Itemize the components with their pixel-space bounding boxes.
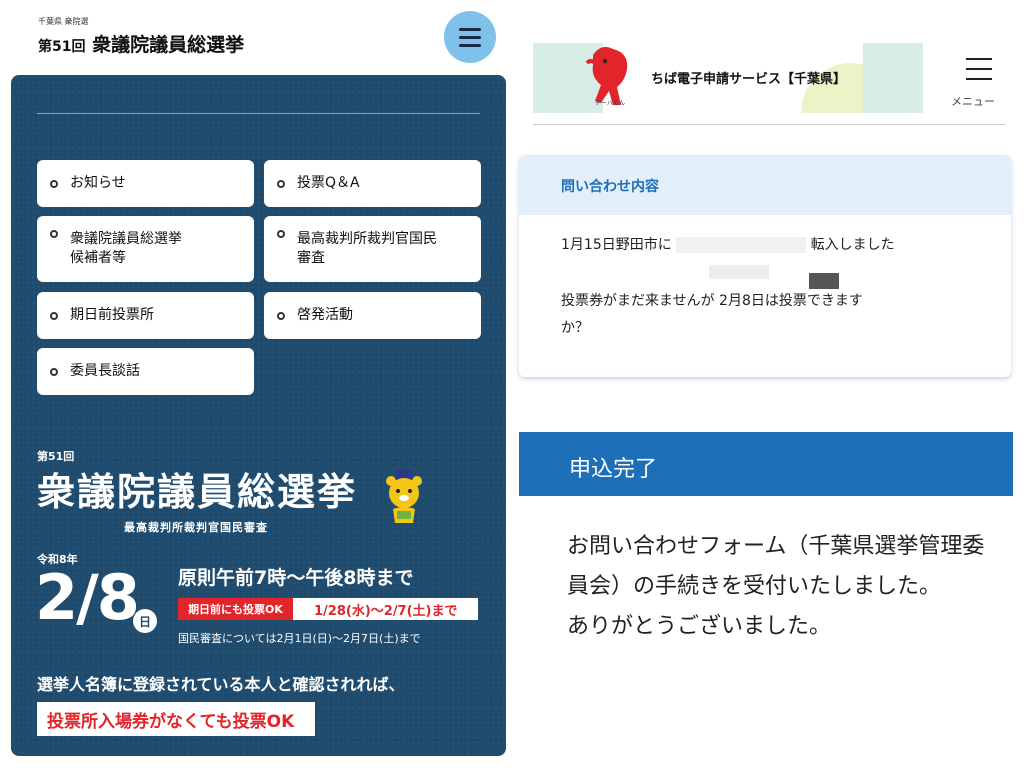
nav-label: お知らせ — [70, 175, 126, 191]
nav-label: 衆議院議員総選挙 候補者等 — [70, 231, 182, 266]
bullet-circle-icon — [277, 311, 285, 320]
inquiry-text: 2月8日は投票できます — [719, 293, 863, 309]
menu-label[interactable]: メニュー — [951, 93, 995, 109]
site-title[interactable]: 第51回 衆議院議員総選挙 — [38, 30, 244, 57]
early-voting-label: 期日前にも投票OK — [178, 598, 293, 620]
site-title-number: 第51回 — [38, 39, 86, 55]
completion-bar: 申込完了 — [519, 432, 1013, 496]
redacted-area — [709, 265, 769, 279]
mascot-illustration — [386, 469, 422, 523]
early-voting-dates: 1/28(水)～2/7(土)まで — [314, 603, 458, 619]
inquiry-text: 1月15日野田市に — [561, 237, 672, 253]
inquiry-card-header: 問い合わせ内容 — [519, 155, 1011, 215]
divider — [37, 113, 480, 114]
nav-early-voting[interactable]: 期日前投票所 — [37, 292, 254, 339]
inquiry-text-line: 投票券がまだ来ませんが 2月8日は投票できます — [561, 290, 863, 310]
hero-title: 衆議院議員総選挙 — [37, 470, 358, 514]
day-of-week-badge: 日 — [133, 609, 157, 633]
inquiry-text: 投票券がまだ来ませんが — [561, 293, 715, 309]
bullet-circle-icon — [50, 311, 58, 320]
completion-message: お問い合わせフォーム（千葉県選挙管理委員会）の手続きを受付いたしました。 ありが… — [567, 534, 985, 639]
inquiry-text: か？ — [561, 320, 589, 336]
banner-decoration — [863, 43, 923, 113]
nav-label: 最高裁判所裁判官国民 審査 — [297, 231, 437, 266]
redacted-area — [809, 273, 839, 289]
inquiry-text-line: 1月15日野田市に 転入しました — [561, 234, 895, 254]
bullet-circle-icon — [277, 230, 285, 238]
early-voting-strip: 期日前にも投票OK 1/28(水)～2/7(土)まで — [178, 598, 478, 620]
main-board: お知らせ 投票Q＆A 衆議院議員総選挙 候補者等 最高裁判所裁判官国民 審査 期… — [11, 75, 506, 756]
inquiry-card: 問い合わせ内容 1月15日野田市に 転入しました 投票券がまだ来ませんが 2月8… — [519, 155, 1011, 377]
no-ticket-banner: 投票所入場券がなくても投票OK — [37, 702, 315, 736]
service-title[interactable]: ちば電子申請サービス【千葉県】 — [651, 68, 846, 87]
bullet-circle-icon — [50, 367, 58, 376]
redacted-area — [676, 237, 807, 253]
hamburger-icon[interactable] — [966, 58, 992, 82]
review-note: 国民審査については2月1日(日)～2月7日(土)まで — [178, 632, 421, 645]
completion-label: 申込完了 — [569, 457, 658, 482]
mascot-name: チーバくん — [595, 100, 625, 107]
hero-subtitle: 最高裁判所裁判官国民審査 — [124, 521, 268, 534]
inquiry-label: 問い合わせ内容 — [561, 179, 659, 195]
voting-hours: 原則午前7時～午後8時まで — [178, 567, 414, 589]
nav-label: 委員長談話 — [70, 363, 140, 379]
nav-news[interactable]: お知らせ — [37, 160, 254, 207]
nav-label: 投票Q＆A — [297, 175, 360, 191]
election-date: 2/8 — [35, 561, 140, 634]
election-site-panel: 千葉県 衆院選 第51回 衆議院議員総選挙 お知らせ 投票Q＆A 衆議院議員総選… — [0, 0, 515, 768]
site-title-text: 衆議院議員総選挙 — [92, 34, 245, 56]
inquiry-text: 転入しました — [810, 237, 895, 253]
chiba-e-application-panel: チーバくん ちば電子申請サービス【千葉県】 メニュー 問い合わせ内容 1月15日… — [519, 0, 1024, 768]
bullet-circle-icon — [50, 179, 58, 188]
nav-label: 啓発活動 — [297, 307, 353, 323]
divider — [533, 124, 1005, 125]
nav-awareness[interactable]: 啓発活動 — [264, 292, 481, 339]
site-caption: 千葉県 衆院選 — [38, 17, 89, 26]
nav-voting-qa[interactable]: 投票Q＆A — [264, 160, 481, 207]
nav-chair-statement[interactable]: 委員長談話 — [37, 348, 254, 395]
bullet-circle-icon — [277, 179, 285, 188]
voter-note: 選挙人名簿に登録されている本人と確認されれば、 — [37, 675, 405, 694]
nav-supreme-court-review[interactable]: 最高裁判所裁判官国民 審査 — [264, 216, 481, 282]
hamburger-icon[interactable] — [444, 11, 496, 63]
nav-candidates[interactable]: 衆議院議員総選挙 候補者等 — [37, 216, 254, 282]
bullet-circle-icon — [50, 230, 58, 238]
nav-label: 期日前投票所 — [70, 307, 154, 323]
